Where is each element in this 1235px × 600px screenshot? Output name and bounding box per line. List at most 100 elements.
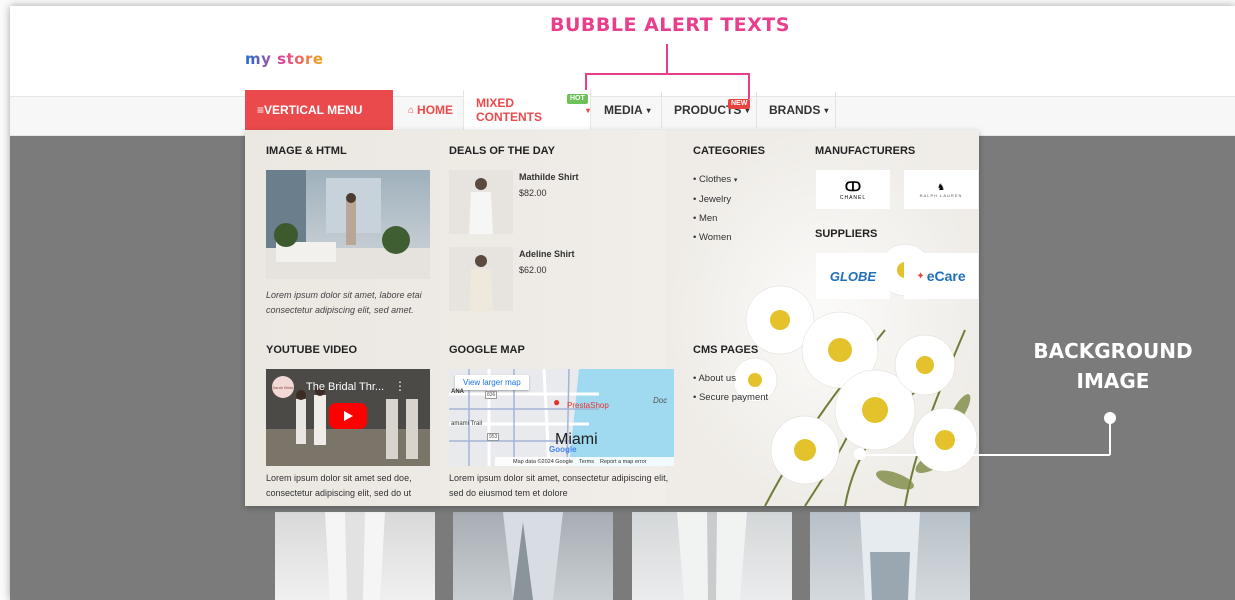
shirt-illustration [469, 255, 493, 311]
store-logo[interactable]: my store [245, 50, 324, 68]
category-label: Clothes [698, 174, 732, 185]
map-report-link[interactable]: Report a map error [600, 459, 646, 465]
hot-badge: HOT [567, 94, 588, 104]
google-map-title: GOOGLE MAP [449, 344, 525, 356]
youtube-title: YOUTUBE VIDEO [266, 344, 358, 356]
map-street-label: amami Trail [451, 421, 483, 427]
home-icon: ⌂ [408, 104, 415, 116]
play-button[interactable] [329, 403, 367, 429]
deal-product-image[interactable] [449, 247, 513, 311]
view-larger-map-link[interactable]: View larger map [455, 375, 529, 390]
map-street-label: Doc [653, 396, 668, 405]
category-jewelry[interactable]: • Jewelry [693, 194, 731, 205]
deal-product-price: $62.00 [519, 265, 547, 275]
more-options-icon[interactable]: ⋮ [394, 379, 406, 393]
manufacturer-logo-ralph-lauren[interactable]: ♞ RALPH LAUREN [904, 170, 978, 209]
nav-divider [756, 92, 757, 128]
new-badge: NEW [728, 99, 751, 109]
cms-page-about-us[interactable]: • About us [693, 373, 736, 384]
bubble-alert-annotation: BUBBLE ALERT TEXTS [550, 14, 790, 36]
nav-products[interactable]: PRODUCTS ▾ [674, 90, 749, 130]
deal-product-price: $82.00 [519, 188, 547, 198]
image-html-caption: Lorem ipsum dolor sit amet, labore etai … [266, 290, 422, 315]
annotation-line-2: IMAGE [1076, 369, 1150, 393]
ecare-logo-icon: ✦ [916, 270, 925, 282]
youtube-caption: Lorem ipsum dolor sit amet sed doe, cons… [266, 473, 412, 498]
vertical-menu-label: ≡VERTICAL MENU [257, 103, 363, 117]
nav-home[interactable]: ⌂ HOME [408, 90, 453, 130]
deal-product-name[interactable]: Adeline Shirt [519, 247, 575, 262]
google-logo: Google [549, 445, 577, 454]
nav-media-label: MEDIA [604, 103, 643, 117]
deal-product-image[interactable] [449, 170, 513, 234]
map-data-label: Map data ©2024 Google [513, 458, 574, 465]
vertical-menu-button[interactable]: ≡VERTICAL MENU [245, 90, 393, 130]
supplier-logo-globe[interactable]: GLOBE [816, 253, 890, 299]
chanel-logo-icon: ↀ [844, 178, 862, 194]
manufacturers-title: MANUFACTURERS [815, 145, 916, 157]
product-tile[interactable] [453, 512, 613, 600]
nav-media[interactable]: MEDIA ▾ [604, 90, 651, 130]
image-html-title: IMAGE & HTML [266, 145, 347, 157]
google-map-embed[interactable]: View larger map ANA amami Trail 953 836 … [449, 369, 674, 466]
map-route-shield: 953 [487, 433, 500, 441]
nav-divider [835, 92, 836, 128]
channel-avatar[interactable]: Sarah Bride [272, 376, 294, 398]
category-label: Men [698, 213, 718, 224]
annotation-line [585, 73, 750, 75]
mega-menu-panel: IMAGE & HTML Lorem ipsum dolor sit amet,… [245, 130, 979, 506]
category-label: Women [698, 232, 732, 243]
annotation-line [666, 44, 668, 74]
manufacturer-name: RALPH LAUREN [919, 192, 963, 198]
chevron-down-icon: ▾ [733, 177, 738, 184]
shirt-illustration [469, 178, 493, 234]
supplier-name: eCare [926, 268, 966, 284]
nav-brands-label: BRANDS [769, 103, 821, 117]
background-image-annotation: BACKGROUND IMAGE [1008, 336, 1218, 396]
product-tile[interactable] [810, 512, 970, 600]
map-street-label: ANA [451, 389, 464, 395]
deals-title: DEALS OF THE DAY [449, 145, 555, 157]
product-photo [503, 512, 563, 600]
category-label: Jewelry [698, 194, 732, 205]
video-title: The Bridal Thr... [306, 381, 385, 393]
manufacturer-logo-chanel[interactable]: ↀ CHANEL [816, 170, 890, 209]
cms-page-label: Secure payment [698, 392, 769, 403]
cms-pages-title: CMS PAGES [693, 344, 759, 356]
map-footer: Map data ©2024 Google Terms Report a map… [495, 457, 674, 466]
category-clothes[interactable]: • Clothes ▾ [693, 174, 737, 185]
map-route-shield: 836 [485, 391, 498, 399]
product-tile[interactable] [632, 512, 792, 600]
nav-home-label: HOME [417, 103, 454, 117]
chevron-down-icon: ▾ [824, 105, 829, 115]
manufacturer-name: CHANEL [839, 194, 867, 201]
polo-player-icon: ♞ [936, 181, 946, 192]
nav-brands[interactable]: BRANDS ▾ [769, 90, 828, 130]
supplier-logo-ecare[interactable]: ✦ eCare [904, 253, 978, 299]
store-logo-text: my store [245, 50, 324, 68]
google-map-caption: Lorem ipsum dolor sit amet, consectetur … [449, 473, 669, 498]
deal-product-name[interactable]: Mathilde Shirt [519, 170, 579, 185]
youtube-video-player[interactable]: Sarah Bride The Bridal Thr... ⋮ [266, 369, 430, 466]
map-pin-icon[interactable]: ● [553, 395, 560, 409]
play-icon [344, 411, 353, 421]
map-terms-link[interactable]: Terms [579, 459, 594, 465]
categories-title: CATEGORIES [693, 145, 765, 157]
bedroom-photo[interactable] [266, 170, 430, 279]
annotation-line-1: BACKGROUND [1033, 339, 1193, 363]
cms-page-label: About us [698, 373, 736, 384]
suppliers-title: SUPPLIERS [815, 228, 878, 240]
product-photo [677, 512, 747, 600]
chevron-down-icon: ▾ [646, 105, 651, 115]
category-men[interactable]: • Men [693, 213, 717, 224]
map-pin-label: PrestaShop [567, 401, 609, 410]
product-photo [325, 512, 385, 600]
bedroom-illustration [266, 170, 430, 279]
supplier-name: GLOBE [829, 268, 877, 284]
product-tile[interactable] [275, 512, 435, 600]
nav-divider [661, 92, 662, 128]
category-women[interactable]: • Women [693, 232, 732, 243]
channel-name: Sarah Bride [272, 384, 294, 390]
cms-page-secure-payment[interactable]: • Secure payment [693, 392, 768, 403]
chevron-down-icon: ▾ [585, 105, 590, 115]
